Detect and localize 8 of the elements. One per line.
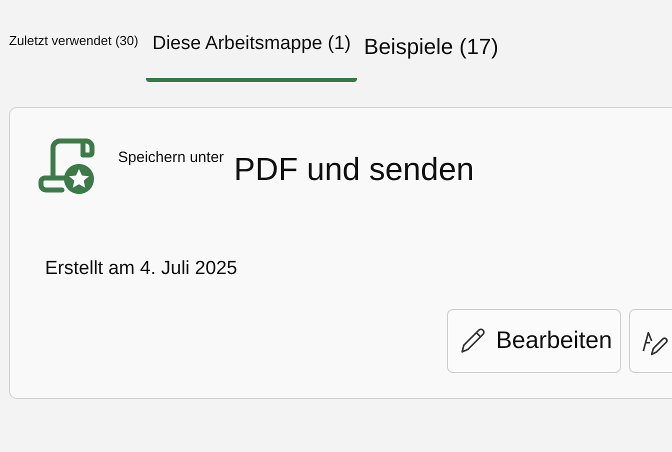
- template-card[interactable]: Speichern unter PDF und senden Erstellt am 4. Juli 2025 Bearbeiten: [9, 107, 672, 399]
- tab[interactable]: Zuletzt verwendet (30): [9, 33, 138, 87]
- edit-button[interactable]: Bearbeiten: [447, 309, 622, 373]
- template-type: Speichern unter: [118, 149, 224, 166]
- template-title: PDF und senden: [234, 151, 474, 188]
- tab[interactable]: Diese Arbeitsmappe (1): [146, 32, 357, 82]
- tab[interactable]: Beispiele (17): [364, 34, 498, 88]
- created-date: Erstellt am 4. Juli 2025: [45, 258, 238, 280]
